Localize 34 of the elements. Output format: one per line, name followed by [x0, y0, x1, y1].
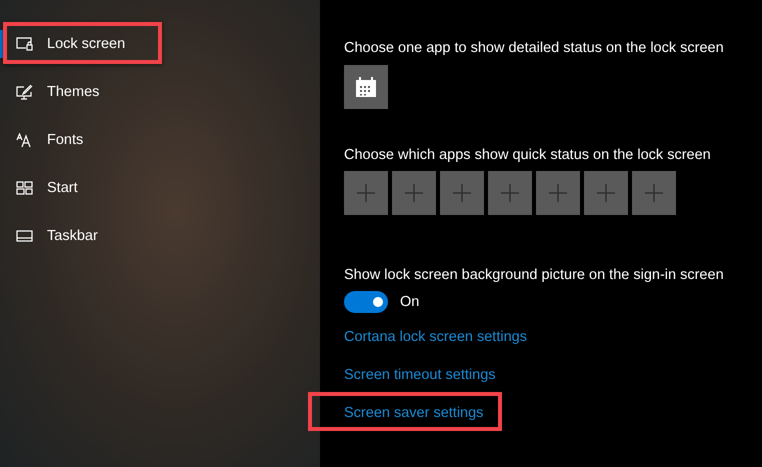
section-heading: Show lock screen background picture on the sign-in screen: [344, 267, 725, 283]
nav-item[interactable]: Themes: [0, 68, 320, 116]
lock-screen-icon: [16, 37, 33, 51]
plus-icon: [453, 184, 471, 202]
add-app-button[interactable]: [344, 171, 388, 215]
tiles-icon: [16, 181, 33, 195]
settings-link[interactable]: Screen saver settings: [344, 405, 484, 421]
add-app-button[interactable]: [440, 171, 484, 215]
plus-icon: [549, 184, 567, 202]
section-heading: Choose one app to show detailed status on the lock screen: [344, 40, 725, 56]
plus-icon: [501, 184, 519, 202]
plus-icon: [405, 184, 423, 202]
settings-link[interactable]: Cortana lock screen settings: [344, 329, 527, 345]
add-app-button[interactable]: [392, 171, 436, 215]
taskbar-icon: [16, 230, 33, 242]
nav-item[interactable]: Fonts: [0, 116, 320, 164]
app-slot-button[interactable]: [344, 65, 388, 109]
toggle-state: On: [400, 294, 420, 310]
add-app-button[interactable]: [632, 171, 676, 215]
nav-item[interactable]: Taskbar: [0, 212, 320, 260]
calendar-icon: [355, 76, 377, 98]
paintbrush-monitor-icon: [16, 84, 33, 100]
font-letters-icon: [16, 132, 33, 148]
nav-item[interactable]: Lock screen: [0, 20, 320, 68]
add-app-button[interactable]: [488, 171, 532, 215]
nav-item[interactable]: Start: [0, 164, 320, 212]
add-app-button[interactable]: [536, 171, 580, 215]
plus-icon: [597, 184, 615, 202]
toggle-switch[interactable]: [344, 291, 388, 313]
section-heading: Choose which apps show quick status on the lock screen: [344, 147, 712, 163]
add-app-button[interactable]: [584, 171, 628, 215]
settings-link[interactable]: Screen timeout settings: [344, 367, 496, 383]
plus-icon: [357, 184, 375, 202]
plus-icon: [645, 184, 663, 202]
